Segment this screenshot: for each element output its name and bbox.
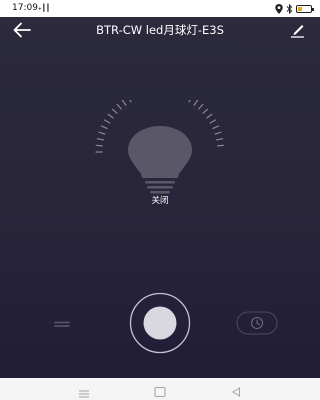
system-nav-bar [0, 378, 320, 400]
clock-icon [236, 311, 278, 335]
menu-icon [79, 390, 89, 398]
mode-button[interactable] [48, 312, 76, 336]
nav-menu-button[interactable] [77, 384, 91, 398]
brightness-tick [202, 108, 209, 114]
edit-button[interactable] [286, 19, 308, 41]
timer-button[interactable] [236, 311, 278, 335]
brightness-tick [212, 125, 220, 129]
status-bar: 17:09 ₊┃┃ [0, 0, 320, 17]
brightness-tick [217, 144, 225, 147]
signal-indicator: ₊┃┃ [38, 4, 51, 12]
arrow-left-icon [13, 22, 31, 38]
brightness-tick [209, 119, 216, 124]
menu-lines-icon [54, 321, 70, 327]
power-button[interactable] [129, 292, 191, 354]
brightness-tick [216, 138, 224, 141]
page-title: BTR-CW led月球灯-E3S [96, 23, 224, 37]
brightness-tick [188, 95, 193, 103]
device-control-screen: 17:09 ₊┃┃ BTR-CW led月球灯-E3S 关闭 [0, 0, 320, 400]
brightness-tick [100, 125, 108, 129]
brightness-tick [104, 119, 111, 124]
brightness-tick [95, 144, 103, 147]
edit-pencil-icon [291, 25, 304, 38]
brightness-tick [111, 108, 118, 114]
power-toggle-icon [129, 292, 191, 354]
battery-icon [296, 4, 314, 13]
battery-level [298, 6, 302, 11]
location-icon [275, 3, 283, 14]
brightness-tick [214, 131, 222, 135]
home-icon [154, 387, 166, 397]
header: BTR-CW led月球灯-E3S [0, 17, 320, 43]
status-time: 17:09 [12, 3, 38, 13]
brightness-tick [98, 131, 106, 135]
nav-home-button[interactable] [153, 383, 167, 397]
brightness-tick [127, 95, 132, 103]
brightness-tick [121, 99, 127, 106]
light-bulb-icon [128, 126, 192, 194]
brightness-tick [116, 103, 122, 110]
status-icons [275, 3, 314, 14]
back-button[interactable] [10, 19, 34, 41]
brightness-tick [96, 138, 104, 141]
brightness-tick [198, 103, 204, 110]
nav-back-button[interactable] [230, 383, 242, 397]
brightness-tick [206, 113, 213, 119]
brightness-tick [107, 113, 114, 119]
back-triangle-icon [232, 387, 240, 397]
device-status-text: 关闭 [151, 196, 169, 206]
brightness-tick [193, 99, 199, 106]
bluetooth-icon [286, 3, 293, 14]
